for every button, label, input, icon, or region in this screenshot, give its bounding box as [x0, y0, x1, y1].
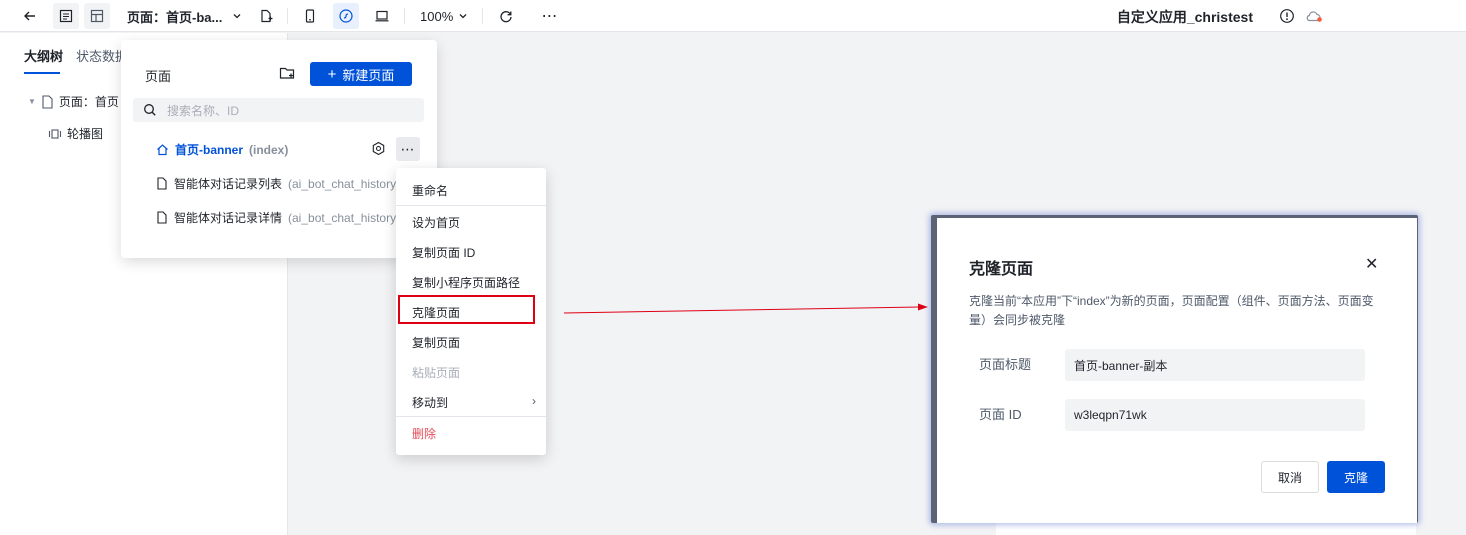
zoom-selector[interactable]: 100% [420, 3, 468, 29]
menu-divider [396, 205, 546, 206]
caret-down-icon: ▼ [28, 97, 36, 106]
page-list-item[interactable]: 智能体对话记录详情 (ai_bot_chat_history_ [156, 209, 396, 226]
clone-button[interactable]: 克隆 [1327, 461, 1385, 493]
page-search-input[interactable]: 搜索名称、ID [133, 98, 424, 122]
menu-item-copy-miniprogram-path[interactable]: 复制小程序页面路径 [412, 274, 520, 291]
zoom-value: 100% [420, 8, 454, 24]
menu-item-rename[interactable]: 重命名 [412, 182, 448, 199]
back-arrow-icon[interactable] [17, 3, 43, 29]
menu-item-clone-page[interactable]: 克隆页面 [412, 304, 460, 321]
more-options-icon[interactable]: ⋯ [537, 3, 563, 29]
cloud-sync-icon[interactable] [1303, 3, 1325, 29]
tab-outline-tree[interactable]: 大纲树 [24, 46, 63, 65]
menu-item-copy-page[interactable]: 复制页面 [412, 334, 460, 351]
file-icon [156, 177, 168, 190]
top-toolbar: 页面：首页-ba... 100% ⋯ 自定义应用_christest [0, 0, 1466, 32]
outline-view-icon[interactable] [53, 3, 79, 29]
mobile-preview-icon[interactable] [297, 3, 323, 29]
home-icon [156, 143, 169, 156]
popover-title: 页面 [145, 69, 172, 84]
info-icon[interactable] [1277, 3, 1297, 29]
menu-divider [396, 416, 546, 417]
dialog-description: 克隆当前“本应用”下“index”为新的页面，页面配置（组件、页面方法、页面变量… [969, 294, 1374, 327]
page-name: 首页-banner [175, 143, 244, 157]
cancel-button[interactable]: 取消 [1261, 461, 1319, 493]
tree-node-page[interactable]: ▼ 页面：首页 [28, 93, 119, 110]
page-selector[interactable]: 页面：首页-ba... [127, 3, 242, 29]
page-title-label: 页面标题 [979, 357, 1032, 372]
toolbar-divider [404, 8, 405, 24]
menu-item-move-to[interactable]: 移动到 [412, 394, 448, 411]
close-icon[interactable]: ✕ [1365, 254, 1378, 274]
file-icon [156, 211, 168, 224]
tree-node-label: 轮播图 [67, 127, 104, 141]
add-page-icon[interactable] [253, 3, 279, 29]
chevron-right-icon: › [532, 394, 536, 408]
desktop-preview-icon[interactable] [369, 3, 395, 29]
page-more-button[interactable]: ⋯ [396, 137, 420, 161]
new-folder-icon[interactable] [279, 65, 295, 81]
miniprogram-preview-icon[interactable] [333, 3, 359, 29]
menu-item-copy-page-id[interactable]: 复制页面 ID [412, 244, 475, 261]
tree-node-label: 页面：首页 [58, 95, 119, 109]
app-title: 自定义应用_christest [1116, 9, 1253, 25]
refresh-icon[interactable] [493, 3, 519, 29]
page-id: (index) [249, 142, 289, 157]
page-id: (ai_bot_chat_history_ [288, 210, 396, 225]
page-id-input[interactable]: w3leqpn71wk [1065, 399, 1365, 431]
menu-item-delete[interactable]: 删除 [412, 425, 436, 442]
chevron-down-icon [458, 11, 468, 21]
plus-icon: + [327, 65, 337, 83]
toolbar-divider [287, 8, 288, 24]
menu-item-paste-page: 粘贴页面 [412, 366, 461, 380]
page-selector-label: 页面：首页-ba... [127, 9, 223, 25]
file-icon [41, 94, 54, 109]
page-context-menu: 重命名 设为首页 复制页面 ID 复制小程序页面路径 克隆页面 复制页面 粘贴页… [396, 168, 546, 455]
page-title-input[interactable]: 首页-banner-副本 [1065, 349, 1365, 381]
tree-node-carousel[interactable]: 轮播图 [48, 125, 103, 142]
gear-icon[interactable] [371, 141, 386, 156]
page-list-item[interactable]: 智能体对话记录列表 (ai_bot_chat_history_ [156, 175, 396, 192]
dialog-title: 克隆页面 [969, 261, 1034, 278]
menu-item-set-home[interactable]: 设为首页 [412, 214, 460, 231]
page-list-popover: 页面 + 新建页面 搜索名称、ID 首页-banner (index) ⋯ 智能… [121, 40, 437, 258]
page-id: (ai_bot_chat_history_ [288, 176, 396, 191]
search-placeholder: 搜索名称、ID [167, 103, 240, 118]
chevron-down-icon [232, 11, 242, 21]
page-list-item[interactable]: 首页-banner (index) [156, 141, 396, 158]
toolbar-divider [482, 8, 483, 24]
active-tab-indicator [24, 72, 60, 74]
new-page-label: 新建页面 [342, 67, 395, 83]
page-name: 智能体对话记录详情 [174, 211, 283, 225]
more-horizontal-icon: ⋯ [400, 140, 416, 157]
search-icon [143, 103, 157, 117]
carousel-icon [48, 128, 62, 140]
clone-page-dialog: 克隆页面 ✕ 克隆当前“本应用”下“index”为新的页面，页面配置（组件、页面… [937, 218, 1417, 523]
new-page-button[interactable]: + 新建页面 [310, 62, 412, 86]
page-name: 智能体对话记录列表 [174, 177, 283, 191]
layout-view-icon[interactable] [84, 3, 110, 29]
page-id-label: 页面 ID [979, 407, 1022, 422]
